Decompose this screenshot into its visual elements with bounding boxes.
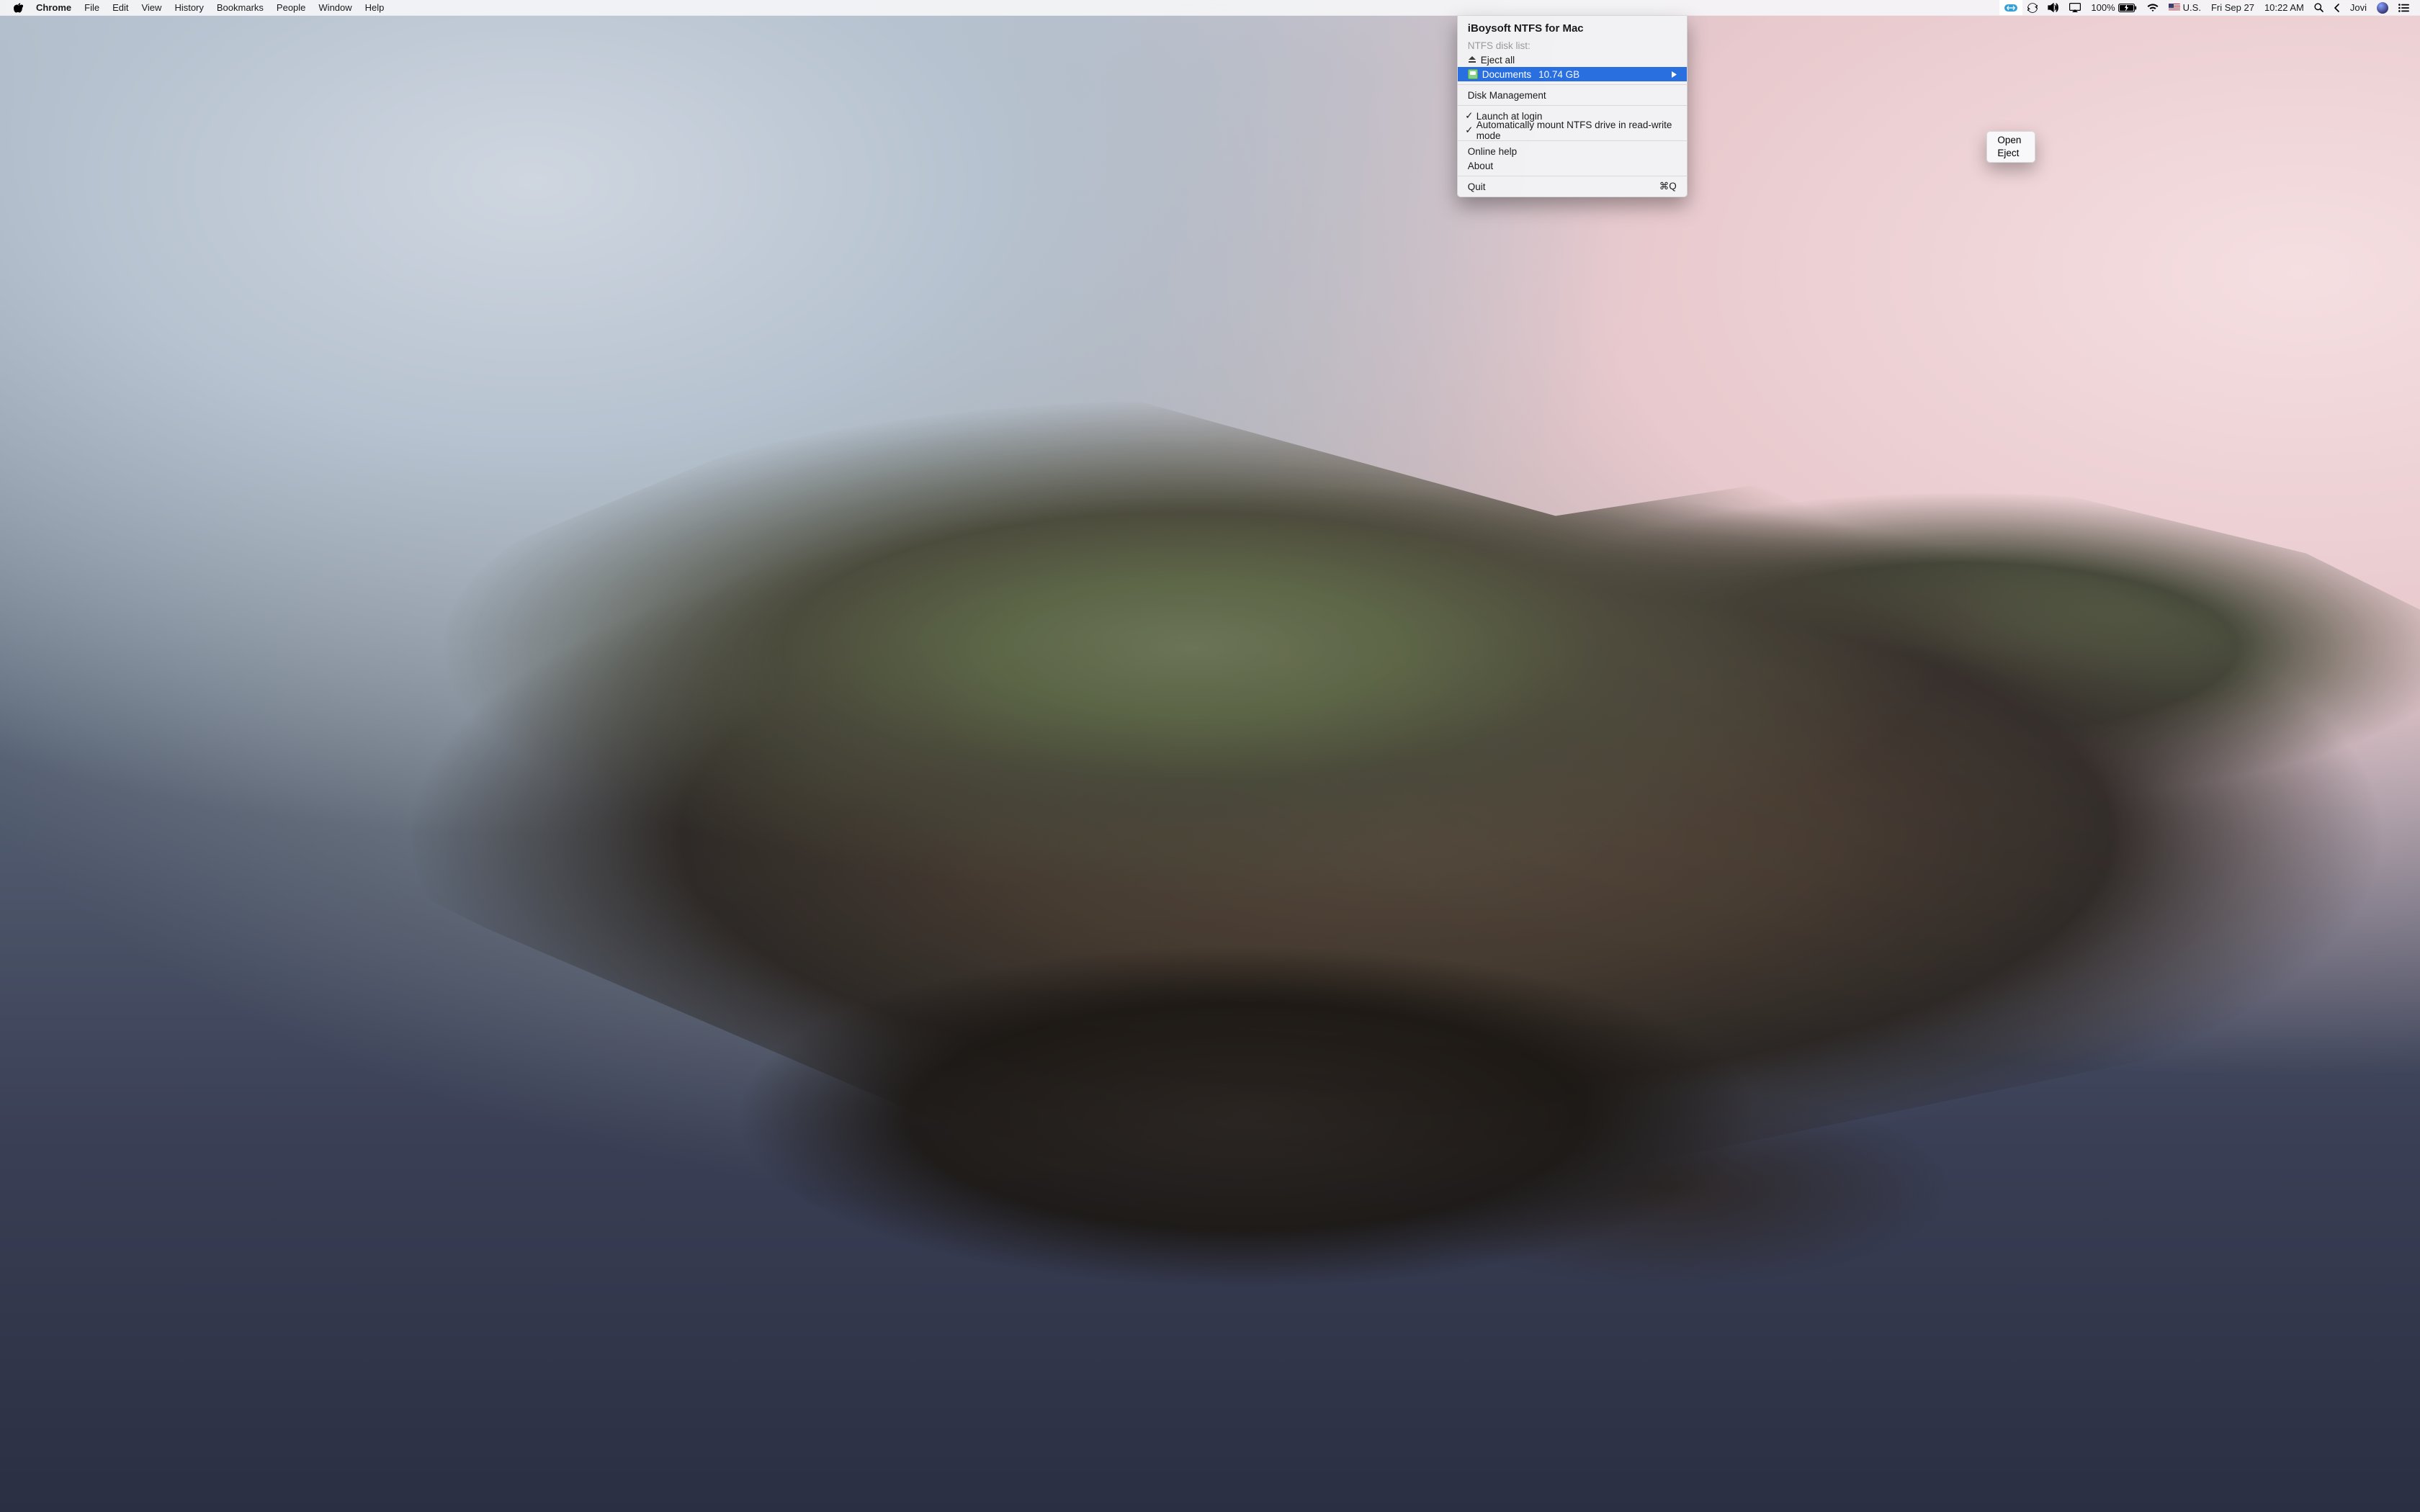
status-date[interactable]: Fri Sep 27 [2206,0,2259,15]
dropdown-title: iBoysoft NTFS for Mac [1458,16,1687,39]
quit-label: Quit [1468,181,1486,192]
separator [1458,105,1687,106]
disk-management-item[interactable]: Disk Management [1458,88,1687,102]
drive-size-label: 10.74 GB [1538,69,1579,80]
status-back[interactable] [2329,0,2345,15]
auto-mount-label: Automatically mount NTFS drive in read-w… [1476,120,1677,141]
status-siri[interactable] [2372,0,2393,15]
online-help-label: Online help [1468,146,1517,157]
wifi-icon [2147,4,2159,12]
menu-help[interactable]: Help [359,0,391,15]
status-time[interactable]: 10:22 AM [2259,0,2309,15]
drive-icon [1468,69,1478,79]
status-volume[interactable] [2043,0,2064,15]
menu-people[interactable]: People [270,0,312,15]
online-help-item[interactable]: Online help [1458,144,1687,158]
menu-bar-right: 100% U.S. Fri Sep 27 10:22 AM Jovi [1999,0,2414,15]
user-name-label: Jovi [2350,2,2367,13]
sync-icon [2027,3,2038,13]
checkmark-icon: ✓ [1464,110,1474,122]
eject-icon [1468,55,1476,64]
menu-file[interactable]: File [78,0,106,15]
apple-menu[interactable] [7,0,30,15]
disk-list-label: NTFS disk list: [1458,39,1687,53]
status-airplay[interactable] [2064,0,2086,15]
input-source-label: U.S. [2183,2,2201,13]
eject-all-label: Eject all [1481,55,1515,66]
status-input-source[interactable]: U.S. [2164,0,2206,15]
auto-mount-item[interactable]: ✓ Automatically mount NTFS drive in read… [1458,123,1687,138]
separator [1458,84,1687,85]
list-icon [2398,4,2409,12]
status-user[interactable]: Jovi [2345,0,2372,15]
battery-icon [2118,4,2137,12]
app-menu[interactable]: Chrome [30,0,78,15]
chevron-left-icon [2334,4,2340,12]
battery-percent-label: 100% [2091,2,2115,13]
status-battery[interactable]: 100% [2086,0,2141,15]
drive-item-documents[interactable]: Documents 10.74 GB [1458,67,1687,81]
menu-bar-left: Chrome File Edit View History Bookmarks … [7,0,390,15]
siri-icon [2377,2,2388,14]
desktop-wallpaper [0,0,2420,1512]
drive-name-label: Documents [1482,69,1531,80]
submenu-open-item[interactable]: Open [1987,134,2035,147]
submenu-eject-item[interactable]: Eject [1987,147,2035,160]
menu-history[interactable]: History [168,0,210,15]
airplay-icon [2069,3,2081,12]
quit-shortcut-label: ⌘Q [1659,181,1677,192]
time-label: 10:22 AM [2264,2,2304,13]
status-wifi[interactable] [2142,0,2164,15]
drive-submenu: Open Eject [1986,131,2035,163]
status-notification-center[interactable] [2393,0,2414,15]
submenu-arrow-icon [1672,69,1677,80]
disk-management-label: Disk Management [1468,90,1546,101]
ntfs-dropdown-menu: iBoysoft NTFS for Mac NTFS disk list: Ej… [1457,16,1688,197]
quit-item[interactable]: Quit ⌘Q [1458,179,1687,194]
menu-bookmarks[interactable]: Bookmarks [210,0,270,15]
us-flag-icon [2169,4,2180,12]
volume-icon [2048,3,2059,12]
about-item[interactable]: About [1458,158,1687,173]
status-sync[interactable] [2022,0,2043,15]
apple-logo-icon [14,3,23,13]
menu-bar: Chrome File Edit View History Bookmarks … [0,0,2420,16]
menu-view[interactable]: View [135,0,168,15]
checkmark-icon: ✓ [1464,125,1474,136]
menu-edit[interactable]: Edit [106,0,135,15]
search-icon [2314,3,2323,12]
eject-all-item[interactable]: Eject all [1458,53,1687,67]
status-iboysoft-ntfs[interactable] [1999,0,2022,15]
ntfs-app-icon [2004,3,2017,13]
about-label: About [1468,161,1493,171]
menu-window[interactable]: Window [312,0,358,15]
status-spotlight[interactable] [2309,0,2329,15]
date-label: Fri Sep 27 [2211,2,2254,13]
